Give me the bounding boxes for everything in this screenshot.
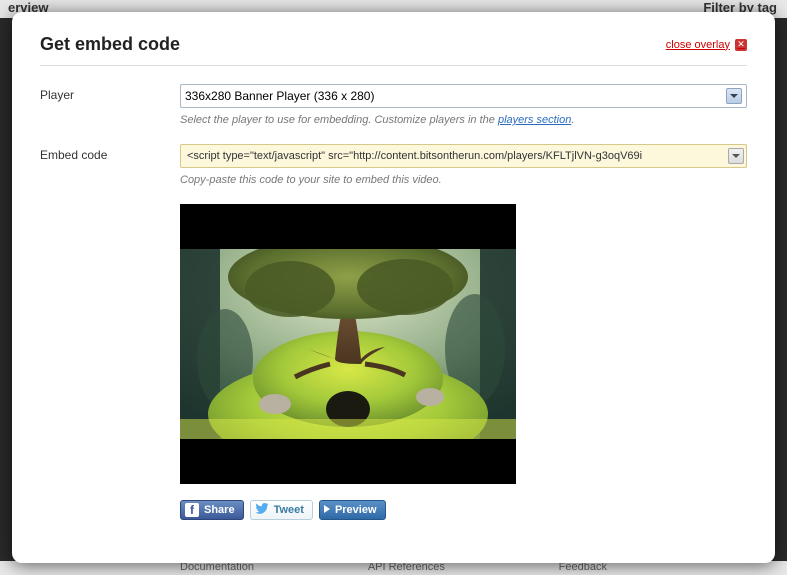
overlay-title: Get embed code (40, 34, 180, 55)
player-label: Player (40, 84, 180, 108)
tweet-label: Tweet (274, 504, 304, 516)
embed-overlay: Get embed code close overlay ✕ Player 33… (12, 12, 775, 563)
share-button-row: f Share Tweet Preview (180, 500, 747, 520)
embed-helper: Copy-paste this code to your site to emb… (180, 174, 747, 186)
players-section-link[interactable]: players section (498, 114, 571, 126)
embed-row: Embed code <script type="text/javascript… (40, 144, 747, 168)
twitter-icon (255, 503, 269, 517)
video-thumbnail (180, 249, 516, 439)
player-helper: Select the player to use for embedding. … (180, 114, 747, 126)
overlay-header: Get embed code close overlay ✕ (40, 34, 747, 66)
embed-label: Embed code (40, 144, 180, 168)
player-helper-prefix: Select the player to use for embedding. … (180, 114, 498, 126)
video-preview[interactable] (180, 204, 516, 484)
preview-label: Preview (335, 504, 377, 516)
footer-doc: Documentation (180, 561, 254, 575)
player-helper-suffix: . (571, 114, 574, 126)
footer-feedback: Feedback (559, 561, 607, 575)
close-overlay-label: close overlay (666, 39, 730, 51)
share-button[interactable]: f Share (180, 500, 244, 520)
video-frame (180, 249, 516, 439)
share-label: Share (204, 504, 235, 516)
tweet-button[interactable]: Tweet (250, 500, 313, 520)
preview-button[interactable]: Preview (319, 500, 386, 520)
close-overlay-link[interactable]: close overlay ✕ (666, 39, 747, 51)
player-select[interactable]: 336x280 Banner Player (336 x 280) (180, 84, 747, 108)
player-select-value: 336x280 Banner Player (336 x 280) (185, 89, 374, 103)
facebook-icon: f (185, 503, 199, 517)
chevron-down-icon (726, 88, 742, 104)
embed-code-input[interactable]: <script type="text/javascript" src="http… (180, 144, 747, 168)
play-icon (324, 504, 330, 516)
embed-dropdown-icon[interactable] (728, 148, 744, 164)
close-icon: ✕ (735, 39, 747, 51)
footer-api: API References (368, 561, 445, 575)
embed-code-value: <script type="text/javascript" src="http… (187, 150, 728, 162)
backdrop-footer: Documentation API References Feedback (0, 561, 787, 575)
player-row: Player 336x280 Banner Player (336 x 280) (40, 84, 747, 108)
